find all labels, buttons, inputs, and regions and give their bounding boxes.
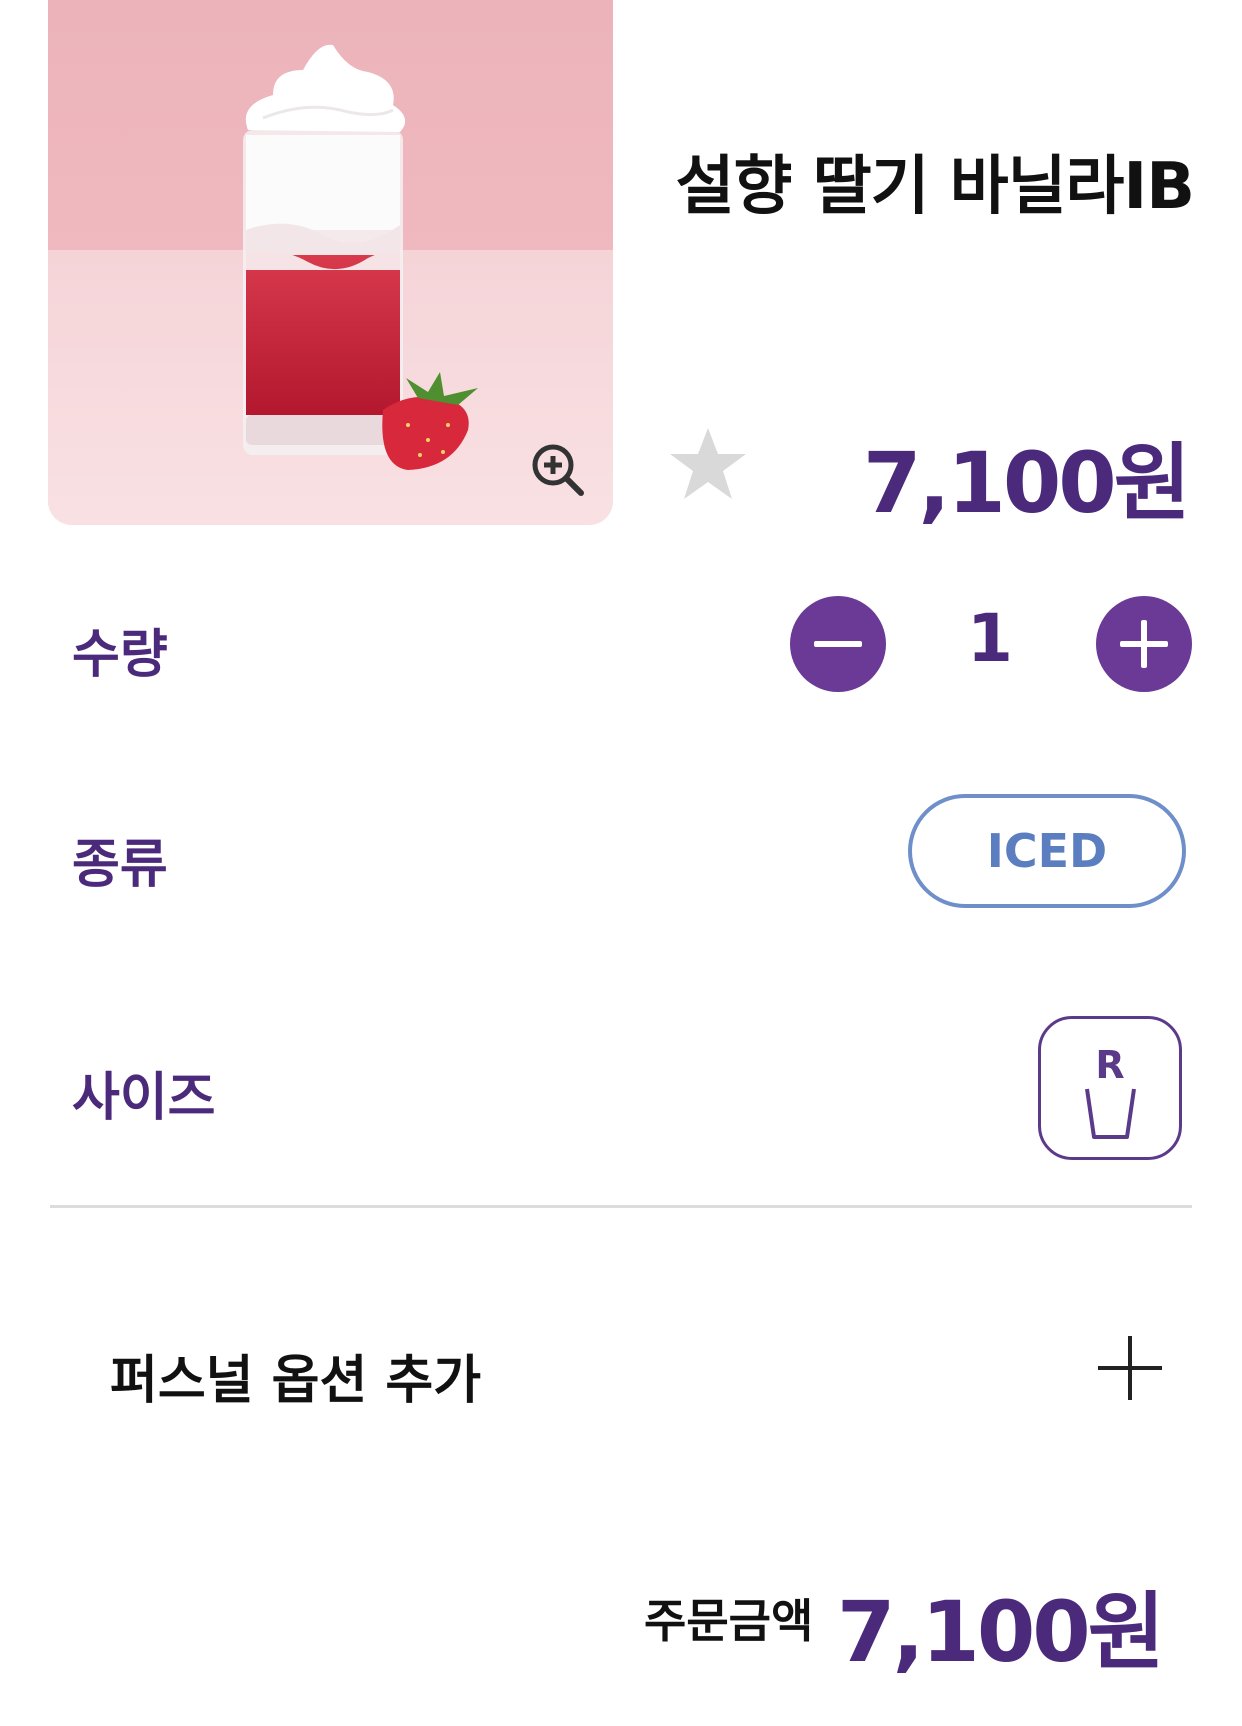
product-price: 7,100원 [863, 434, 1191, 532]
quantity-label: 수량 [72, 625, 168, 685]
quantity-value: 1 [967, 600, 1013, 677]
cup-icon [1085, 1088, 1136, 1139]
minus-icon [814, 641, 862, 647]
favorite-star-icon[interactable] [668, 424, 748, 504]
section-divider [50, 1205, 1192, 1208]
personal-option-label: 퍼스널 옵션 추가 [110, 1351, 482, 1411]
size-regular-button[interactable]: R [1038, 1016, 1182, 1160]
plus-icon[interactable] [1098, 1336, 1162, 1400]
size-label: 사이즈 [72, 1068, 216, 1128]
decrease-quantity-button[interactable] [790, 596, 886, 692]
plus-icon-vertical [1141, 620, 1147, 668]
personal-option-add-row[interactable]: 퍼스널 옵션 추가 [50, 1310, 1192, 1430]
order-total-price: 7,100원 [837, 1583, 1165, 1681]
type-label: 종류 [72, 835, 168, 895]
zoom-in-icon[interactable] [528, 440, 588, 500]
product-name: 설향 딸기 바닐라IB [675, 150, 1195, 224]
increase-quantity-button[interactable] [1096, 596, 1192, 692]
iced-type-button[interactable]: ICED [908, 794, 1186, 908]
size-letter: R [1095, 1043, 1125, 1087]
order-total-label: 주문금액 [644, 1594, 814, 1648]
